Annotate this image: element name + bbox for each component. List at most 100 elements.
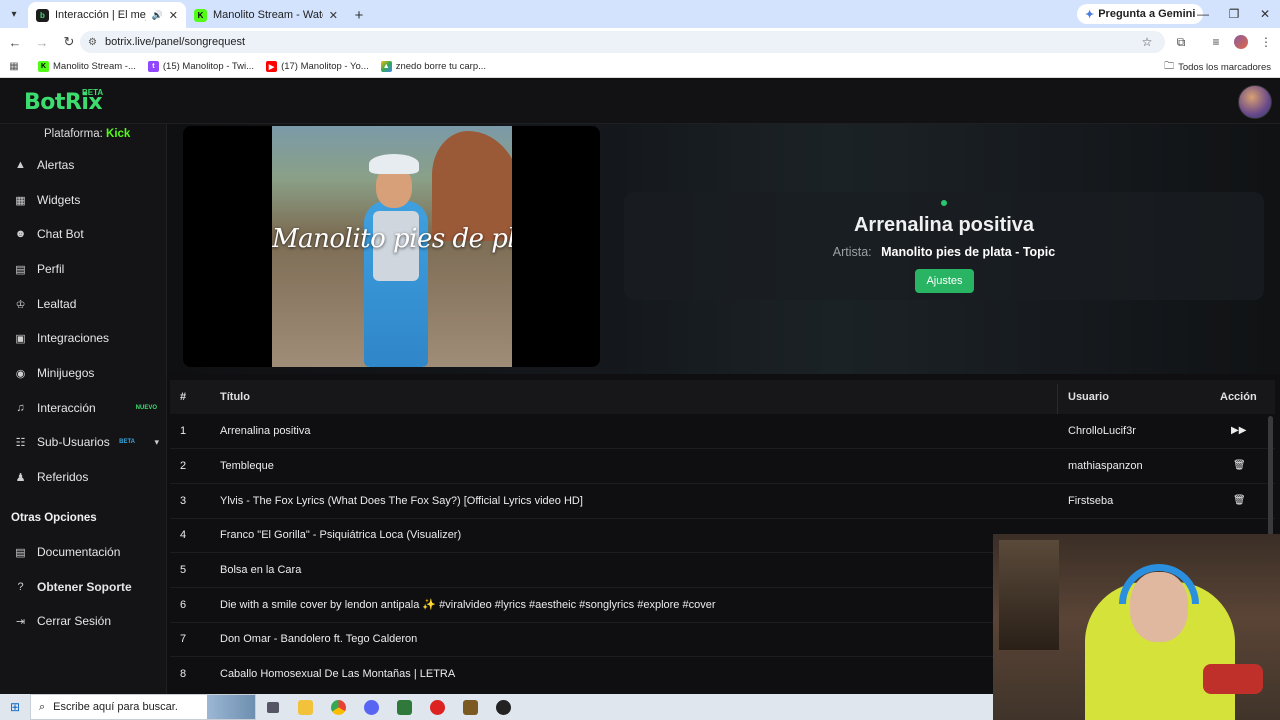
sidebar-item-label: Cerrar Sesión — [37, 614, 112, 628]
row-user: Firstseba — [1068, 494, 1114, 507]
streaming-app-icon[interactable] — [388, 694, 421, 720]
headset-icon — [1119, 564, 1199, 604]
sidebar-item-cerrar-sesion[interactable]: ⇥ Cerrar Sesión — [0, 606, 167, 636]
row-title: Tembleque — [220, 459, 274, 472]
logout-icon: ⇥ — [15, 615, 26, 628]
header-title: Título — [220, 391, 250, 403]
extensions-icon[interactable]: ⧉ — [1168, 28, 1194, 56]
kick-icon: K — [38, 61, 49, 72]
address-bar-row: ← → ↻ ⚙ botrix.live/panel/songrequest ☆ … — [0, 28, 1280, 56]
sidebar-item-integraciones[interactable]: ▣ Integraciones — [0, 323, 167, 353]
sidebar-item-sub-usuarios[interactable]: ☷ Sub-Usuarios BETA ▾ — [0, 427, 167, 457]
sidebar-item-lealtad[interactable]: ♔ Lealtad — [0, 289, 167, 319]
sidebar-item-perfil[interactable]: ▤ Perfil — [0, 254, 167, 284]
header-action: Acción — [1220, 391, 1257, 403]
sidebar-item-interaccion[interactable]: ♫ Interacción NUEVO — [0, 393, 167, 423]
video-player[interactable]: Manolito pies de plata — [183, 126, 600, 367]
browser-tab-active[interactable]: b Interacción | El mejor softw 🔊 ✕ — [28, 2, 186, 28]
logo-beta-badge: BETA — [82, 88, 104, 97]
sidebar-item-label: Widgets — [37, 193, 81, 207]
kick-icon: K — [194, 8, 207, 22]
row-title: Die with a smile cover by lendon antipal… — [220, 599, 716, 612]
url-field[interactable]: ⚙ botrix.live/panel/songrequest — [80, 31, 1165, 53]
settings-button[interactable]: Ajustes — [915, 269, 974, 293]
browser-tab[interactable]: K Manolito Stream - Watch Live o ✕ — [186, 2, 346, 28]
table-scrollbar[interactable] — [1268, 416, 1273, 546]
sidebar-item-minijuegos[interactable]: ◉ Minijuegos — [0, 358, 167, 388]
game-app-icon[interactable] — [454, 694, 487, 720]
new-badge: NUEVO — [135, 405, 157, 411]
bookmark-item[interactable]: ▶ (17) Manolitop - Yo... — [266, 61, 369, 72]
windows-taskbar: ⊞ ⌕ Escribe aquí para buscar. — [0, 694, 993, 720]
sidebar-item-label: Minijuegos — [37, 366, 95, 380]
minimize-icon[interactable]: — — [1187, 0, 1219, 28]
sidebar-item-label: Sub-Usuarios — [37, 435, 110, 449]
recording-app-icon[interactable] — [421, 694, 454, 720]
close-window-icon[interactable]: ✕ — [1249, 0, 1280, 28]
sidebar-item-soporte[interactable]: ? Obtener Soporte — [0, 572, 167, 602]
robot-icon: ☻ — [14, 228, 27, 240]
table-header: # Título Usuario Acción — [170, 380, 1275, 414]
chevron-down-icon[interactable]: ▾ — [154, 437, 159, 448]
bookmark-item[interactable]: K Manolito Stream -... — [38, 61, 136, 72]
bookmark-item[interactable]: ▲ znedo borre tu carp... — [380, 61, 487, 72]
table-row: 3 Ylvis - The Fox Lyrics (What Does The … — [170, 484, 1275, 519]
row-title: Franco "El Gorilla" - Psiquiátrica Loca … — [220, 528, 462, 541]
media-control-icon[interactable]: ≡ — [1203, 28, 1229, 56]
taskbar-search-placeholder: Escribe aquí para buscar. — [53, 701, 178, 713]
bookmark-item[interactable]: t (15) Manolitop - Twi... — [147, 61, 254, 72]
sidebar-item-label: Perfil — [37, 262, 65, 276]
row-user: ChrolloLucif3r — [1068, 424, 1136, 437]
trophy-icon: ♔ — [15, 298, 26, 311]
sidebar-item-documentacion[interactable]: ▤ Documentación — [0, 537, 167, 567]
task-view-icon[interactable] — [256, 694, 289, 720]
close-tab-icon[interactable]: ✕ — [169, 9, 178, 22]
sidebar-item-widgets[interactable]: ▦ Widgets — [0, 185, 167, 215]
obs-icon[interactable] — [487, 694, 520, 720]
taskbar-search[interactable]: ⌕ Escribe aquí para buscar. — [30, 694, 256, 720]
search-highlight-image — [207, 695, 255, 719]
sidebar-item-label: Chat Bot — [37, 227, 84, 241]
gemini-button[interactable]: ✦ Pregunta a Gemini — [1077, 4, 1204, 24]
forward-icon[interactable]: → — [30, 30, 54, 54]
table-row: 1 Arrenalina positiva ChrolloLucif3r ▶▶ — [170, 414, 1275, 449]
skip-icon[interactable]: ▶▶ — [1231, 414, 1246, 448]
row-num: 5 — [180, 563, 187, 576]
site-info-icon[interactable]: ⚙ — [88, 37, 97, 48]
chrome-icon[interactable] — [322, 694, 355, 720]
sidebar-item-referidos[interactable]: ♟ Referidos — [0, 462, 167, 492]
apps-grid-icon[interactable]: ▦ — [0, 61, 28, 72]
speaker-icon[interactable]: 🔊 — [152, 10, 163, 21]
sidebar-item-chat-bot[interactable]: ☻ Chat Bot — [0, 219, 167, 249]
now-playing-title: Arrenalina positiva — [853, 214, 1035, 236]
trash-icon[interactable]: 🗑 — [1233, 449, 1246, 483]
windows-start-icon[interactable]: ⊞ — [0, 694, 30, 720]
platform-indicator: Plataforma: Kick — [44, 128, 130, 140]
gemini-label: Pregunta a Gemini — [1098, 8, 1196, 20]
back-icon[interactable]: ← — [3, 30, 27, 54]
botrix-icon: b — [36, 8, 49, 22]
new-tab-button[interactable]: + — [346, 2, 372, 28]
row-num: 3 — [180, 494, 187, 507]
trash-icon[interactable]: 🗑 — [1233, 484, 1246, 518]
user-avatar[interactable] — [1238, 85, 1272, 119]
close-tab-icon[interactable]: ✕ — [329, 9, 338, 22]
app-header: BotRix BETA — [0, 80, 1280, 124]
bookmark-label: znedo borre tu carp... — [395, 61, 487, 72]
sidebar-item-label: Interacción — [37, 401, 96, 415]
other-options-heading: Otras Opciones — [11, 512, 97, 524]
tab-search-icon[interactable]: ▾ — [0, 0, 28, 28]
bookmark-star-icon[interactable]: ☆ — [1134, 28, 1160, 56]
sidebar: Plataforma: Kick ▲ Alertas ▦ Widgets ☻ C… — [0, 124, 167, 694]
profile-avatar[interactable] — [1228, 28, 1254, 56]
menu-kebab-icon[interactable]: ⋮ — [1253, 28, 1279, 56]
sidebar-item-alertas[interactable]: ▲ Alertas — [0, 150, 167, 180]
restore-icon[interactable]: ❐ — [1218, 0, 1250, 28]
bookmark-label: Manolito Stream -... — [53, 61, 136, 72]
discord-icon[interactable] — [355, 694, 388, 720]
row-title: Arrenalina positiva — [220, 424, 311, 437]
file-explorer-icon[interactable] — [289, 694, 322, 720]
reload-icon[interactable]: ↻ — [57, 30, 81, 54]
all-bookmarks-folder[interactable]: 🗀 Todos los marcadores — [1164, 56, 1271, 78]
url-text: botrix.live/panel/songrequest — [104, 36, 245, 48]
